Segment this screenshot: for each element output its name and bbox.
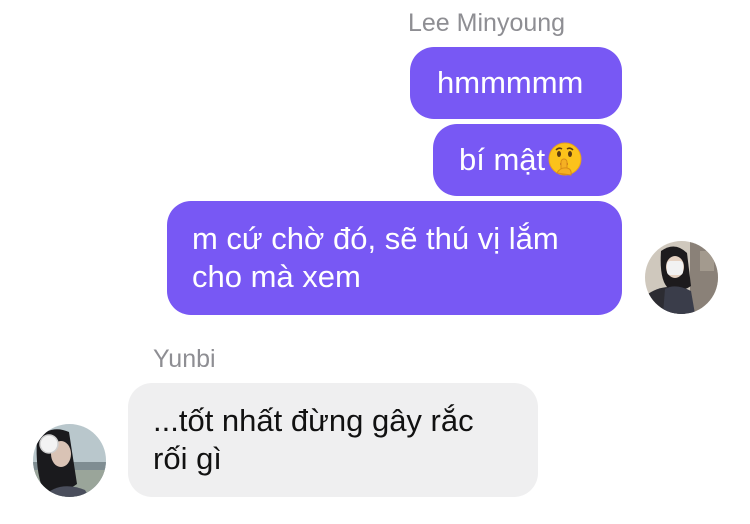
message-bubble-outgoing[interactable]: hmmmmm [410,47,622,119]
avatar-yunbi[interactable] [33,424,106,497]
message-text: hmmmmm [437,65,584,100]
message-text-line: m cứ chờ đó, sẽ thú vị lắm [192,221,559,256]
message-bubble-outgoing[interactable]: bí mật [433,124,622,196]
message-text-line: cho mà xem [192,259,361,294]
avatar-lee-minyoung[interactable] [645,241,718,314]
message-text-line: rối gì [153,441,222,476]
sender-name-lee-minyoung: Lee Minyoung [408,9,566,37]
message-bubble-outgoing[interactable]: m cứ chờ đó, sẽ thú vị lắm cho mà xem [167,201,622,315]
message-bubble-incoming[interactable]: ...tốt nhất đừng gây rắc rối gì [128,383,538,497]
sender-name-yunbi: Yunbi [153,345,216,373]
message-text-line: ...tốt nhất đừng gây rắc [153,403,474,438]
message-text: bí mật [459,142,546,177]
shushing-face-icon [547,141,583,177]
